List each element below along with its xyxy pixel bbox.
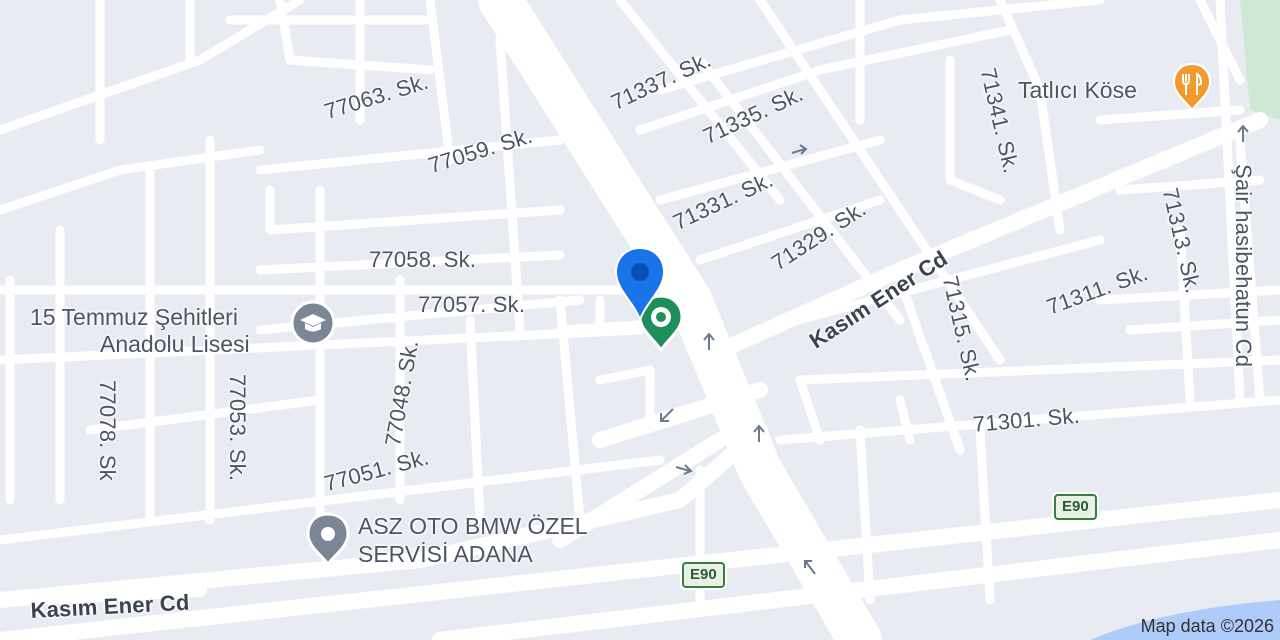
- street-label-77057: 77057. Sk.: [418, 292, 526, 317]
- location-pin-icon[interactable]: [612, 246, 668, 324]
- street-label-sair-hasibehatun: Şair hasibehatun Cd: [1231, 164, 1256, 368]
- one-way-arrow-icon: [791, 144, 808, 155]
- poi-label-school-line2[interactable]: Anadolu Lisesi: [100, 332, 250, 356]
- poi-label-service-line1[interactable]: ASZ OTO BMW ÖZEL: [358, 514, 588, 538]
- street-label-77053: 77053. Sk.: [225, 374, 250, 482]
- poi-label-school-line1[interactable]: 15 Temmuz Şehitleri: [30, 305, 238, 329]
- one-way-arrow-icon: [753, 424, 765, 442]
- e90-route-shield: E90: [682, 562, 725, 588]
- e90-route-shield: E90: [1054, 494, 1097, 520]
- poi-label-tatlici-kose[interactable]: Tatlıcı Köse: [1018, 78, 1137, 102]
- restaurant-icon[interactable]: [1170, 62, 1214, 114]
- poi-label-service-line2[interactable]: SERVİSİ ADANA: [358, 542, 533, 566]
- map-canvas[interactable]: 77063. Sk. 77059. Sk. 71337. Sk. 71335. …: [0, 0, 1280, 640]
- one-way-arrow-icon: [1237, 124, 1249, 142]
- one-way-arrow-icon: [703, 332, 715, 350]
- one-way-arrow-icon: [675, 464, 693, 475]
- one-way-arrow-icon: [660, 408, 674, 422]
- school-icon[interactable]: [290, 300, 336, 346]
- map-attribution: Map data ©2026: [1140, 616, 1274, 636]
- street-label-77078: 77078. Sk: [95, 380, 120, 481]
- street-label-77058: 77058. Sk.: [369, 247, 477, 272]
- place-icon[interactable]: [304, 512, 352, 568]
- one-way-arrow-icon: [804, 560, 816, 575]
